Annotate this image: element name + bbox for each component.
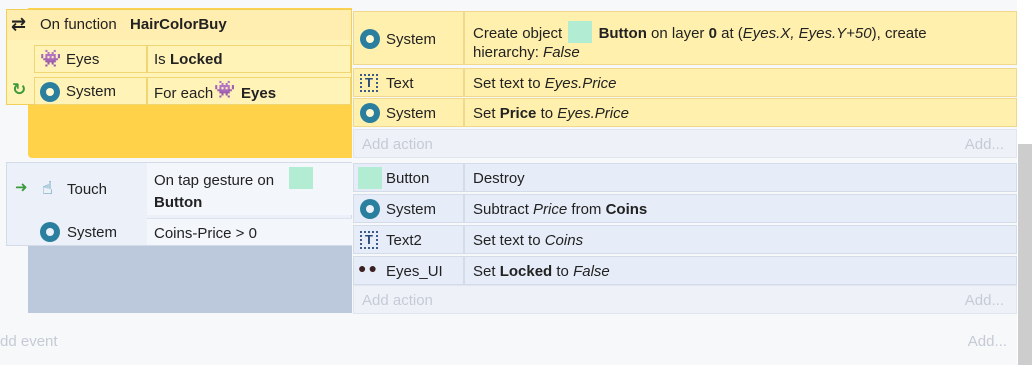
action-text: Subtract Price from Coins [473, 201, 648, 218]
action-object-eyes-ui[interactable]: ●● Eyes_UI [353, 256, 464, 285]
action-object-label: Eyes_UI [386, 263, 443, 280]
system-gear-icon [40, 222, 60, 242]
add-more-link[interactable]: Add... [965, 136, 1004, 153]
condition-text: On tap gesture on [154, 172, 275, 189]
action-destroy[interactable]: Destroy [464, 163, 1017, 192]
condition-text-bold: Button [154, 194, 203, 211]
condition-object-label: Touch [67, 181, 108, 198]
action-text: Set text to Eyes.Price [473, 75, 617, 92]
button-swatch-icon [289, 167, 313, 189]
action-object-system[interactable]: System [353, 98, 464, 127]
touch-hand-icon: ☝ [42, 178, 53, 198]
action-text-line1: Create object Button on layer 0 at (Eyes… [473, 21, 927, 43]
action-object-label: System [386, 201, 437, 218]
condition-text-bold: Eyes [241, 85, 277, 102]
action-set-locked[interactable]: Set Locked to False [464, 256, 1017, 285]
action-object-label: Text [386, 75, 414, 92]
action-object-text2[interactable]: T Text2 [353, 225, 464, 254]
action-object-text[interactable]: T Text [353, 68, 464, 97]
add-action-link[interactable]: Add action [362, 292, 433, 309]
action-text-line2: hierarchy: False [473, 44, 580, 61]
action-set-text[interactable]: Set text to Eyes.Price [464, 68, 1017, 97]
sprite-invader-icon: 👾 [214, 80, 236, 99]
action-text: Destroy [473, 170, 525, 187]
action-set-text[interactable]: Set text to Coins [464, 225, 1017, 254]
trigger-arrow-icon: ➜ [15, 179, 28, 196]
add-event-link[interactable]: dd event [0, 333, 58, 350]
action-create-object[interactable]: Create object Button on layer 0 at (Eyes… [464, 11, 1017, 65]
add-action-link[interactable]: Add action [362, 136, 433, 153]
function-loop-icon: ⇄ [11, 14, 27, 34]
condition-object-touch[interactable]: ☝ Touch [34, 163, 146, 215]
action-object-system[interactable]: System [353, 11, 464, 65]
system-gear-icon [360, 103, 380, 123]
function-title-name: HairColorBuy [130, 16, 227, 33]
condition-compare[interactable]: Coins-Price > 0 [147, 218, 352, 245]
add-more-link[interactable]: Add... [965, 292, 1004, 309]
action-text: Set Price to Eyes.Price [473, 105, 629, 122]
condition-text: Coins-Price > 0 [154, 225, 257, 242]
function-header[interactable]: ⇄ On function HairColorBuy [7, 10, 351, 40]
add-action-row[interactable]: Add action Add... [353, 285, 1017, 314]
add-event-more-link[interactable]: Add... [968, 333, 1007, 350]
action-text: Set Locked to False [473, 263, 610, 280]
condition-object-system[interactable]: System [34, 218, 146, 245]
system-gear-icon [40, 82, 60, 102]
condition-object-system[interactable]: System [34, 77, 147, 105]
loop-icon: ↻ [12, 80, 27, 99]
condition-tap-gesture[interactable]: On tap gesture on Button [147, 163, 352, 215]
action-object-label: System [386, 105, 437, 122]
action-object-label: System [386, 31, 437, 48]
action-text: Set text to Coins [473, 232, 584, 249]
condition-for-each[interactable]: For each 👾 Eyes [147, 77, 351, 105]
condition-text: For each [154, 85, 214, 102]
system-gear-icon [360, 29, 380, 49]
text-object-icon: T [360, 74, 378, 92]
button-swatch-icon [568, 21, 593, 43]
system-gear-icon [360, 199, 380, 219]
function-title-prefix: On function [40, 16, 117, 33]
condition-object-label: System [67, 224, 118, 241]
action-set-price[interactable]: Set Price to Eyes.Price [464, 98, 1017, 127]
add-event-row[interactable]: dd event Add... [0, 326, 1017, 356]
action-object-button[interactable]: Button [353, 163, 464, 192]
condition-object-label: System [66, 83, 117, 100]
condition-object-eyes[interactable]: 👾 Eyes [34, 45, 147, 73]
action-object-system[interactable]: System [353, 194, 464, 223]
sprite-invader-icon: 👾 [40, 49, 62, 68]
condition-text-bold: Locked [170, 51, 223, 68]
action-subtract[interactable]: Subtract Price from Coins [464, 194, 1017, 223]
condition-is-locked[interactable]: Is Locked [147, 45, 351, 73]
vertical-scrollbar-thumb[interactable] [1018, 144, 1032, 365]
add-action-row[interactable]: Add action Add... [353, 129, 1017, 158]
text-object-icon: T [360, 231, 378, 249]
button-swatch-icon [358, 167, 382, 189]
condition-object-label: Eyes [66, 51, 100, 68]
eyes-sprite-icon: ●● [358, 260, 379, 276]
condition-text: Is [154, 51, 166, 68]
action-object-label: Text2 [386, 232, 422, 249]
action-object-label: Button [386, 170, 430, 187]
